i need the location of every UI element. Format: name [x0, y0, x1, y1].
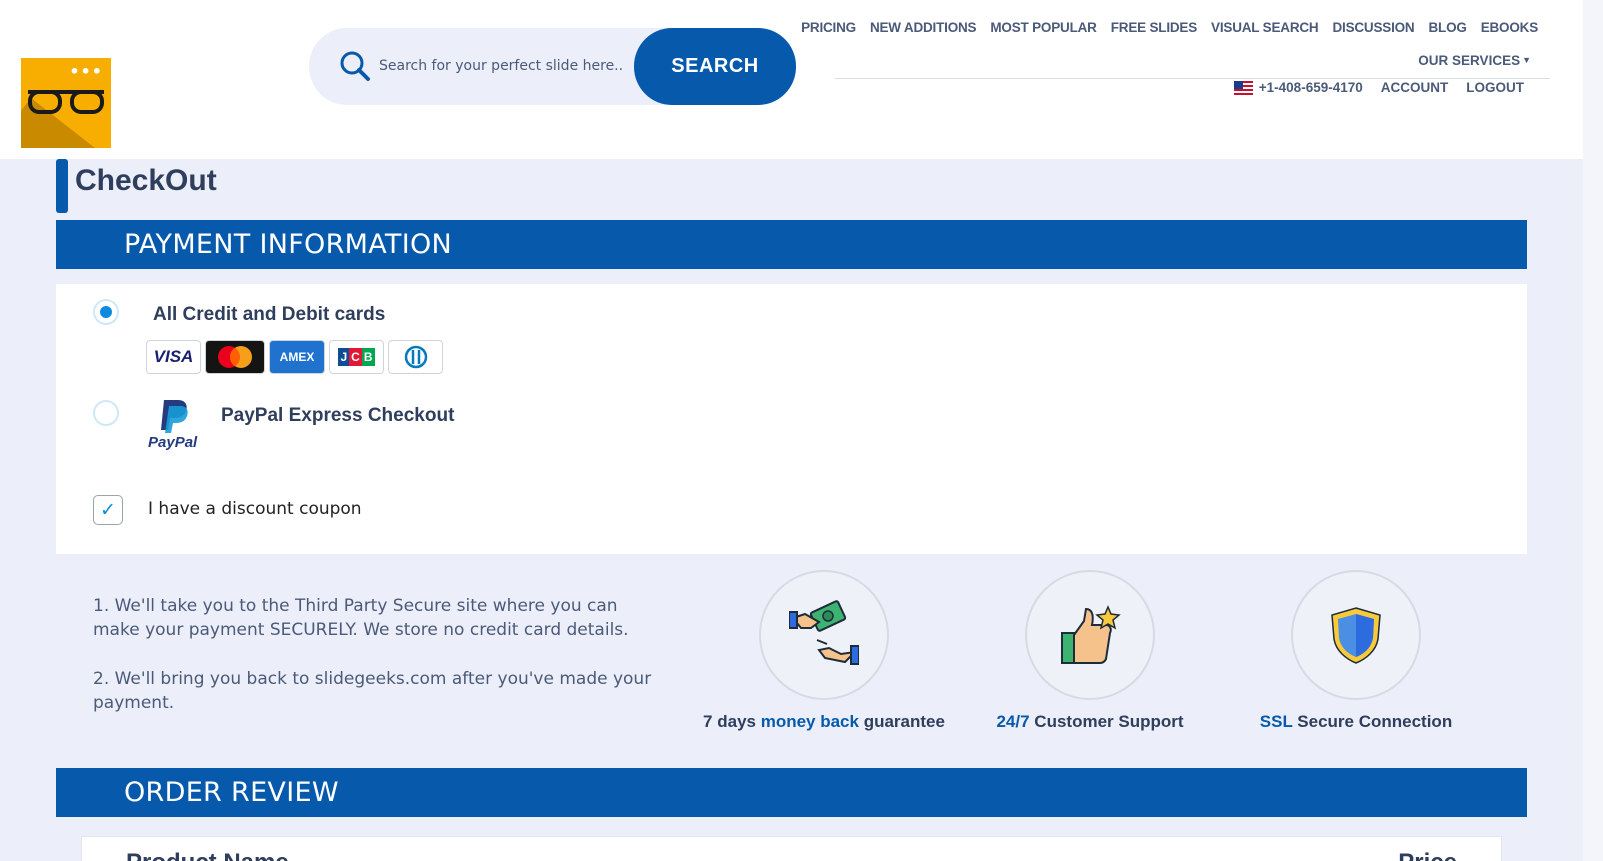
col-product-name: Product Name [126, 849, 289, 861]
feature-money-back: 7 days money back guarantee [694, 570, 954, 732]
coupon-label[interactable]: I have a discount coupon [148, 499, 362, 519]
feature-support-text: 24/7 Customer Support [996, 712, 1184, 731]
feature-ssl: SSL Secure Connection [1226, 570, 1486, 732]
diners-club-icon [388, 340, 443, 374]
logo-dots-icon: ••• [69, 62, 103, 81]
payment-options-panel: All Credit and Debit cards VISA AMEX JCB… [56, 284, 1527, 554]
money-hand-icon [789, 600, 859, 665]
feature-ssl-text: SSL Secure Connection [1259, 712, 1453, 731]
shield-icon [1331, 607, 1381, 664]
scrollbar-track[interactable] [1583, 0, 1603, 861]
note-return: 2. We'll bring you back to slidegeeks.co… [93, 669, 652, 713]
order-review-banner: ORDER REVIEW [56, 768, 1527, 817]
payment-info-banner: PAYMENT INFORMATION [56, 220, 1527, 269]
nav-divider [835, 78, 1550, 79]
feature-circle [1291, 570, 1421, 700]
search-icon [340, 51, 370, 81]
glasses-icon [28, 90, 104, 114]
search-input[interactable] [379, 50, 624, 82]
caret-down-icon: ▼ [1522, 55, 1531, 65]
feature-money-back-text: 7 days money back guarantee [703, 712, 945, 731]
paypal-label[interactable]: PayPal Express Checkout [221, 405, 454, 427]
sub-nav: +1-408-659-4170 ACCOUNT LOGOUT [1233, 80, 1524, 95]
main-nav: PRICING NEW ADDITIONS MOST POPULAR FREE … [787, 20, 1538, 35]
our-services-dropdown[interactable]: OUR SERVICES ▼ [1418, 53, 1531, 68]
page-title: CheckOut [75, 164, 217, 197]
our-services-label: OUR SERVICES [1418, 53, 1521, 68]
nav-ebooks[interactable]: EBOOKS [1481, 20, 1539, 35]
site-logo[interactable]: ••• [21, 58, 111, 148]
payment-notes: 1. We'll take you to the Third Party Sec… [93, 594, 653, 740]
col-price: Price [1398, 849, 1457, 861]
nav-pricing[interactable]: PRICING [801, 20, 856, 35]
nav-discussion[interactable]: DISCUSSION [1332, 20, 1414, 35]
jcb-icon: JCB [329, 340, 384, 374]
logout-link[interactable]: LOGOUT [1466, 80, 1524, 95]
paypal-icon [161, 400, 188, 433]
card-logos: VISA AMEX JCB [146, 340, 443, 374]
nav-blog[interactable]: BLOG [1428, 20, 1466, 35]
account-link[interactable]: ACCOUNT [1381, 80, 1449, 95]
nav-most-popular[interactable]: MOST POPULAR [990, 20, 1097, 35]
mastercard-icon [205, 340, 265, 374]
paypal-logo: PayPal [146, 398, 206, 454]
title-accent-bar [56, 159, 68, 213]
radio-credit-cards[interactable] [93, 299, 119, 325]
phone-number[interactable]: +1-408-659-4170 [1259, 80, 1363, 95]
feature-circle [1025, 570, 1155, 700]
search-bar: SEARCH [309, 28, 796, 105]
feature-circle [759, 570, 889, 700]
coupon-checkbox[interactable]: ✓ [93, 495, 123, 525]
nav-new-additions[interactable]: NEW ADDITIONS [870, 20, 977, 35]
nav-free-slides[interactable]: FREE SLIDES [1111, 20, 1198, 35]
thumbs-up-icon [1061, 605, 1121, 664]
visa-icon: VISA [146, 340, 201, 374]
nav-visual-search[interactable]: VISUAL SEARCH [1211, 20, 1319, 35]
amex-icon: AMEX [269, 340, 325, 374]
note-secure-site: 1. We'll take you to the Third Party Sec… [93, 596, 629, 640]
feature-support: 24/7 Customer Support [960, 570, 1220, 732]
radio-paypal[interactable] [93, 400, 119, 426]
credit-cards-label[interactable]: All Credit and Debit cards [153, 304, 385, 326]
paypal-wordmark: PayPal [148, 434, 198, 451]
site-header: ••• SEARCH PRICING NEW ADDITIONS MOST PO… [0, 0, 1583, 159]
order-review-table: Product Name Price [81, 836, 1502, 861]
search-button[interactable]: SEARCH [634, 28, 796, 105]
us-flag-icon [1233, 80, 1253, 95]
